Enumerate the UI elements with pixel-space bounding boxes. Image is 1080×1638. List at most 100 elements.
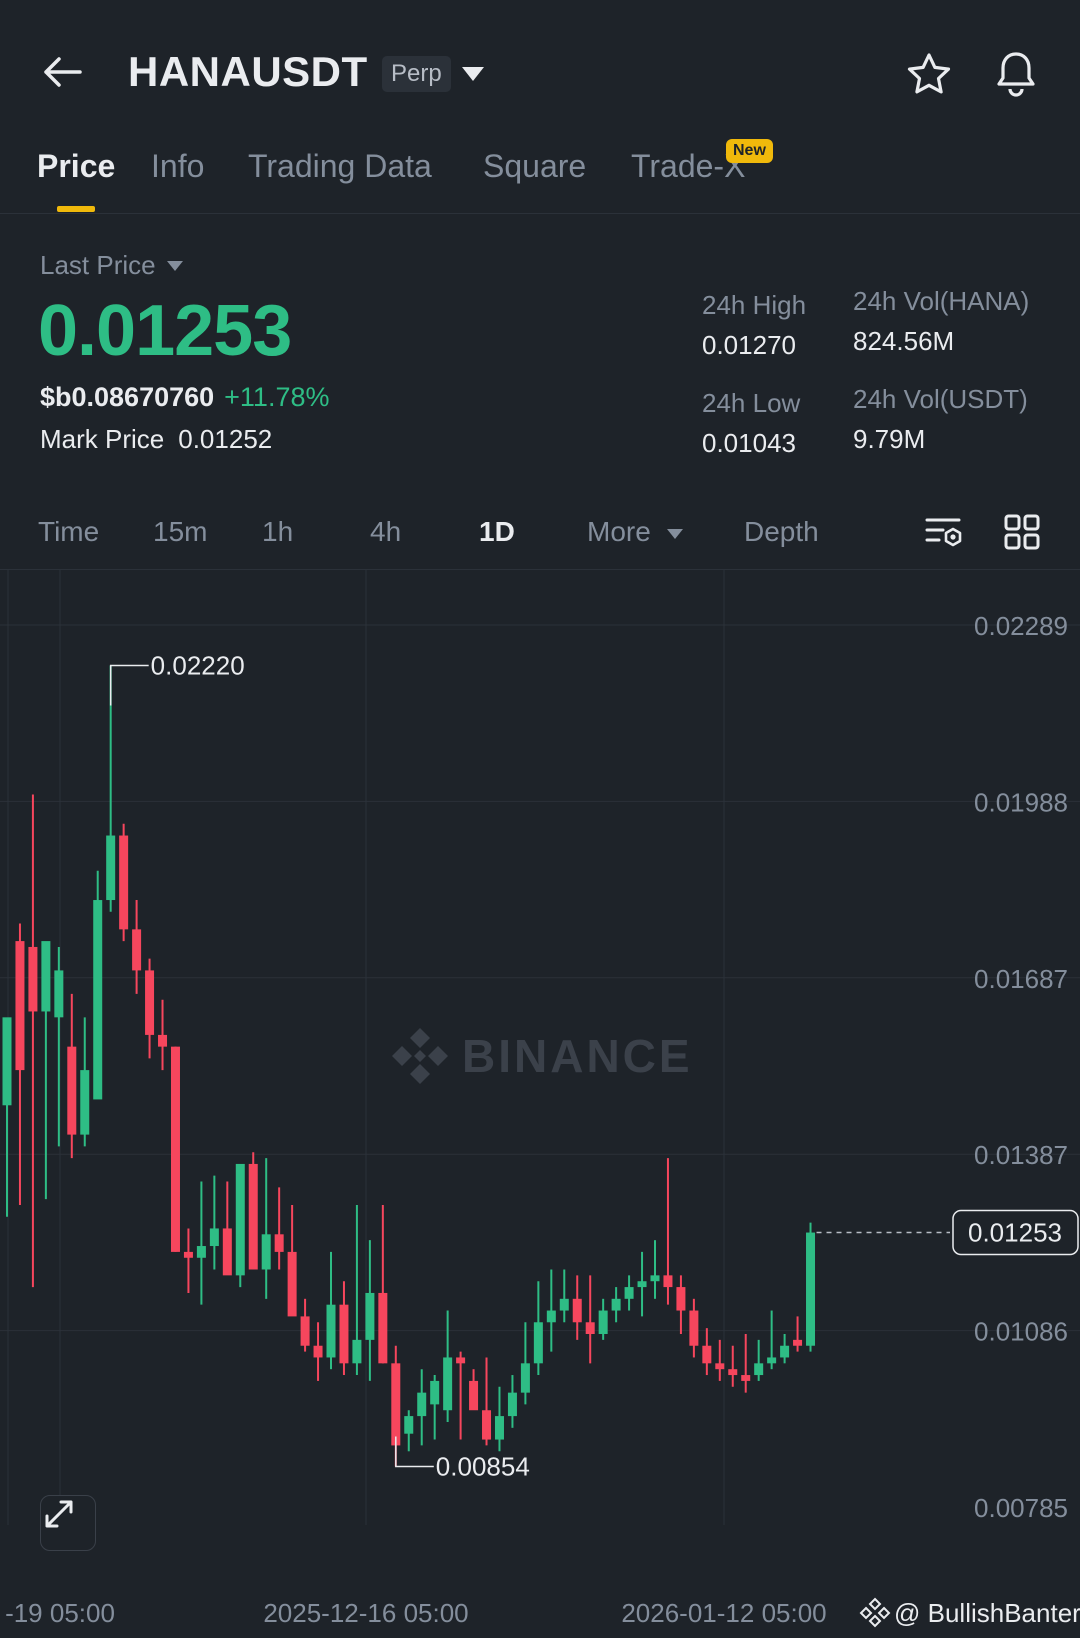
candle <box>533 1281 543 1376</box>
candle <box>663 1158 673 1305</box>
candles <box>2 665 816 1467</box>
candle-body <box>611 1298 621 1311</box>
interval-1h[interactable]: 1h <box>262 516 293 548</box>
candle <box>158 999 168 1071</box>
candle <box>417 1369 427 1446</box>
fullscreen-button[interactable] <box>40 1495 96 1551</box>
mark-price-value: 0.01252 <box>178 424 273 454</box>
high-value: 0.01270 <box>702 330 796 360</box>
candle-body <box>443 1357 453 1411</box>
caret-down-icon[interactable] <box>460 64 486 84</box>
tab-info[interactable]: Info <box>151 148 204 185</box>
candle <box>689 1298 699 1358</box>
binance-logo-icon <box>859 1597 891 1628</box>
candle <box>793 1316 803 1352</box>
candle-body <box>119 835 129 930</box>
attribution-text: @ BullishBanter <box>894 1598 1080 1628</box>
candle <box>637 1251 647 1317</box>
candle <box>598 1298 608 1340</box>
candle-body <box>93 900 103 1100</box>
candle <box>585 1275 595 1364</box>
y-tick-label: 0.00785 <box>974 1493 1068 1523</box>
candle <box>119 823 129 942</box>
candle-body <box>196 1246 206 1258</box>
candle-body <box>494 1416 504 1440</box>
candle-body <box>404 1416 414 1434</box>
candle <box>507 1375 517 1428</box>
candle-body <box>158 1034 168 1047</box>
candle-body <box>507 1392 517 1417</box>
tab-trading-data[interactable]: Trading Data <box>248 148 432 185</box>
candle-body <box>559 1298 569 1311</box>
candlestick-chart[interactable]: BINANCE 0.022200.008540.01253 0.022890.0… <box>0 570 1080 1638</box>
candle <box>611 1287 621 1323</box>
star-icon[interactable] <box>904 50 954 100</box>
candle <box>456 1351 466 1440</box>
usd-price: $b0.08670760 <box>40 382 215 412</box>
vol-base-label: 24h Vol(HANA) <box>853 286 1030 316</box>
candle <box>80 1017 90 1147</box>
candle-body <box>728 1369 738 1376</box>
candle-body <box>482 1410 492 1440</box>
candle <box>365 1240 375 1381</box>
low-label: 24h Low <box>702 388 801 418</box>
candle <box>132 900 142 994</box>
price-chart[interactable]: BINANCE 0.02220 0.00854 0.01253 0.02289 0.0… <box>0 570 1080 1638</box>
candle-body <box>624 1287 634 1299</box>
axes: 0.02289 0.01988 0.01687 0.01387 0.01086 0.007… <box>5 611 1068 1628</box>
arrow-left-icon <box>44 57 82 87</box>
candle <box>443 1310 453 1422</box>
candle <box>54 946 64 1147</box>
interval-4h[interactable]: 4h <box>370 516 401 548</box>
candle-body <box>572 1298 582 1323</box>
candle-body <box>391 1363 401 1446</box>
candle <box>287 1204 297 1317</box>
candle <box>378 1204 388 1364</box>
low-value: 0.01043 <box>702 428 796 458</box>
bell-icon[interactable] <box>990 48 1042 100</box>
current-price-label: 0.01253 <box>968 1218 1062 1248</box>
candle-body <box>456 1357 466 1364</box>
symbol-title[interactable]: HANAUSDT <box>128 48 368 96</box>
candle-body <box>533 1322 543 1364</box>
tab-square[interactable]: Square <box>483 148 586 185</box>
change-percent: +11.78% <box>224 382 330 412</box>
last-price-selector[interactable]: Last Price <box>40 250 184 281</box>
interval-1d[interactable]: 1D <box>479 516 515 548</box>
candle <box>196 1181 206 1305</box>
candle <box>702 1328 712 1376</box>
candle <box>28 794 38 1288</box>
candle-body <box>430 1380 440 1405</box>
candle <box>261 1158 271 1299</box>
candle <box>209 1175 219 1270</box>
vol-base-value: 824.56M <box>853 326 955 356</box>
candle-body <box>287 1251 297 1317</box>
interval-time[interactable]: Time <box>38 516 99 548</box>
candle-body <box>417 1392 427 1417</box>
back-button[interactable] <box>38 48 86 96</box>
grid-layout-icon[interactable] <box>1002 512 1042 552</box>
candle-body <box>754 1363 764 1376</box>
interval-depth[interactable]: Depth <box>744 516 819 548</box>
indicator-settings-icon[interactable] <box>923 512 963 552</box>
candle <box>780 1334 790 1364</box>
candle-body <box>28 946 38 1012</box>
candle-body <box>689 1310 699 1346</box>
candle <box>300 1298 310 1352</box>
candle-body <box>520 1363 530 1393</box>
new-badge: New <box>726 139 773 163</box>
candle-body <box>2 1017 12 1106</box>
x-tick-label: 2025-12-16 05:00 <box>263 1598 468 1628</box>
tab-price[interactable]: Price <box>37 148 115 185</box>
candle-body <box>170 1046 180 1252</box>
interval-more[interactable]: More <box>587 516 651 548</box>
candle-body <box>365 1292 375 1340</box>
candle-body <box>352 1339 362 1364</box>
candle-body <box>469 1380 479 1411</box>
interval-15m[interactable]: 15m <box>153 516 207 548</box>
candle-body <box>326 1304 336 1358</box>
vol-quote-label: 24h Vol(USDT) <box>853 384 1028 414</box>
candle <box>222 1181 232 1276</box>
tab-bar: Price Info Trading Data Square Trade-X <box>0 140 1080 214</box>
candle <box>728 1345 738 1387</box>
